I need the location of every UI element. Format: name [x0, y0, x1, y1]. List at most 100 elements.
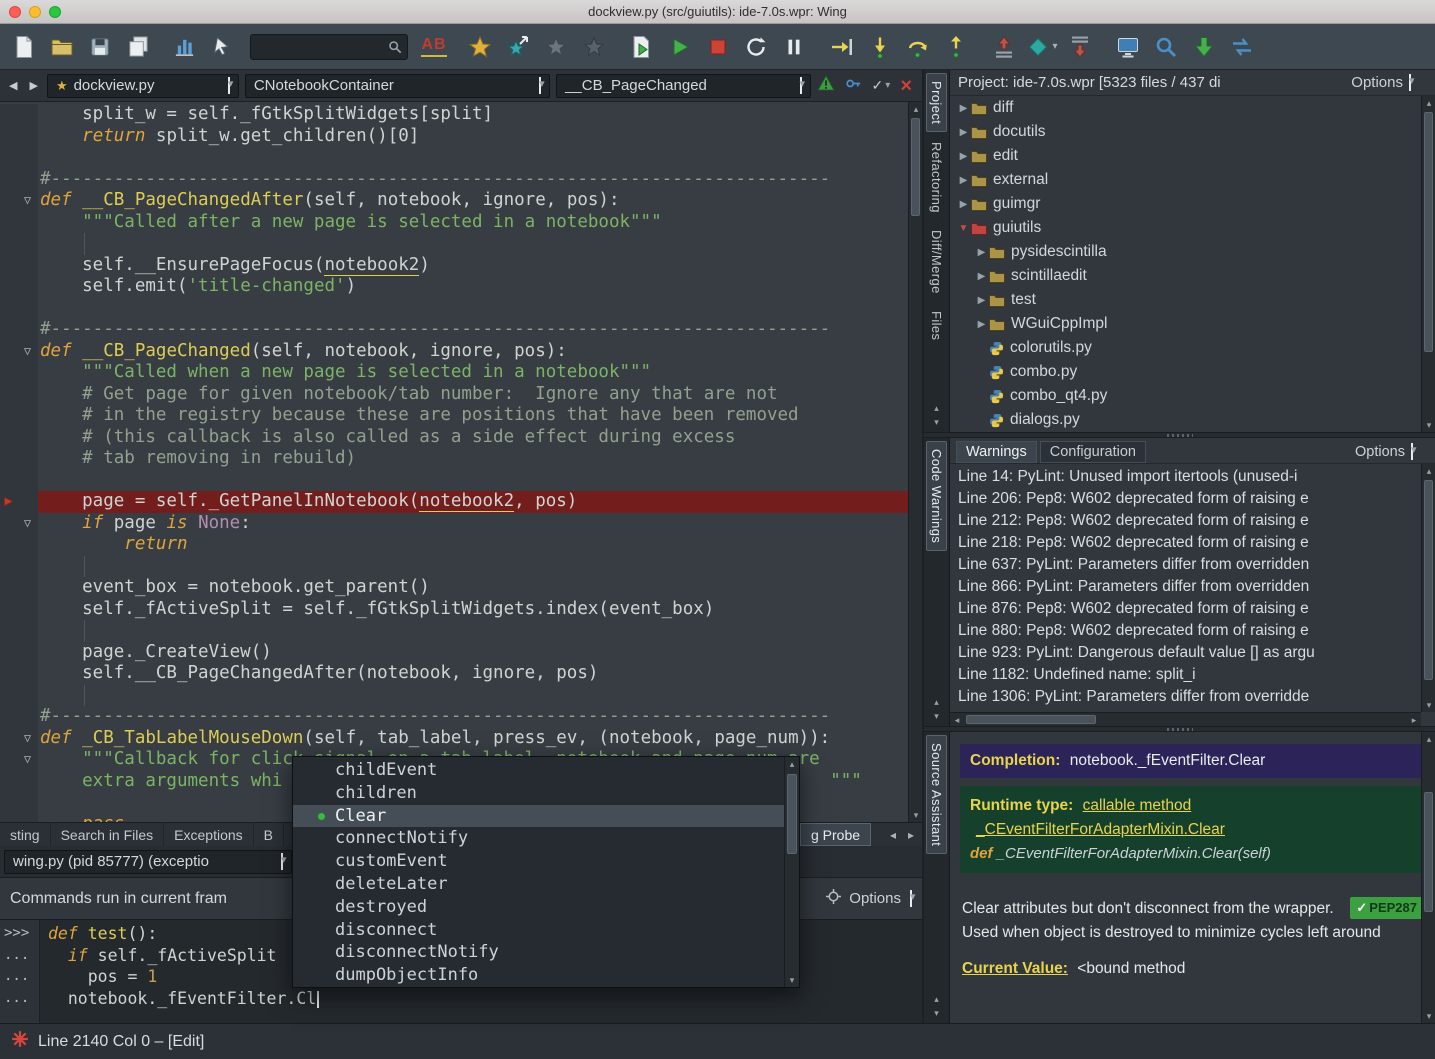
minimize-window-button[interactable]	[29, 6, 41, 18]
tree-item-wguicppimpl[interactable]: ▶WGuiCppImpl	[950, 312, 1421, 336]
fold-marker-icon[interactable]: ▽	[24, 341, 31, 363]
tree-item-guiutils[interactable]: ▼guiutils	[950, 216, 1421, 240]
spellcheck-button[interactable]: AB	[418, 30, 450, 64]
breakpoint-gutter[interactable]	[0, 427, 17, 449]
scroll-down-icon[interactable]: ▾	[909, 808, 922, 822]
fold-gutter[interactable]	[17, 212, 38, 234]
close-file-button[interactable]: ×	[900, 76, 912, 96]
vertical-tab-refactoring[interactable]: Refactoring	[927, 135, 946, 220]
strip-scroll-down-icon[interactable]: ▾	[934, 1008, 939, 1019]
completion-item[interactable]: destroyed	[293, 896, 784, 919]
strip-scroll-up-icon[interactable]: ▴	[934, 697, 939, 708]
fold-gutter[interactable]	[17, 685, 38, 707]
tree-item-pysidescintilla[interactable]: ▶pysidescintilla	[950, 240, 1421, 264]
tabs-scroll-left-icon[interactable]: ◂	[890, 828, 896, 842]
editor-scrollbar[interactable]: ▴ ▾	[908, 102, 922, 822]
probe-options-button[interactable]: Options	[849, 890, 901, 907]
step-out-button[interactable]	[940, 30, 972, 64]
breakpoint-gutter[interactable]	[0, 147, 17, 169]
tab-warnings[interactable]: Warnings	[956, 441, 1037, 463]
fold-gutter[interactable]	[17, 620, 38, 642]
completion-item[interactable]: childEvent	[293, 759, 784, 782]
fold-gutter[interactable]: ▽	[17, 513, 38, 535]
project-scrollbar[interactable]: ▴ ▾	[1421, 96, 1435, 432]
fold-gutter[interactable]	[17, 276, 38, 298]
warnings-hscrollbar[interactable]: ◂ ▸	[950, 712, 1421, 726]
tree-item-diff[interactable]: ▶diff	[950, 96, 1421, 120]
warning-item[interactable]: Line 218: Pep8: W602 deprecated form of …	[950, 532, 1421, 554]
scroll-up-icon[interactable]: ▴	[1422, 732, 1435, 746]
scroll-up-icon[interactable]: ▴	[785, 757, 799, 771]
fold-gutter[interactable]: ▽	[17, 341, 38, 363]
fold-gutter[interactable]	[17, 169, 38, 191]
scroll-down-icon[interactable]: ▾	[785, 973, 799, 987]
scrollbar-thumb[interactable]	[1424, 480, 1433, 680]
warnings-scrollbar[interactable]: ▴ ▾	[1421, 464, 1435, 712]
warning-item[interactable]: Line 637: PyLint: Parameters differ from…	[950, 554, 1421, 576]
tree-item-edit[interactable]: ▶edit	[950, 144, 1421, 168]
completion-item[interactable]: connectNotify	[293, 827, 784, 850]
history-forward-button[interactable]: ▶	[26, 77, 40, 94]
breakpoint-gutter[interactable]	[0, 126, 17, 148]
toolbar-search-input[interactable]	[256, 39, 388, 55]
expander-icon[interactable]: ▶	[974, 247, 989, 258]
breakpoint-gutter[interactable]	[0, 212, 17, 234]
breakpoint-gutter[interactable]	[0, 362, 17, 384]
expander-icon[interactable]: ▶	[974, 319, 989, 330]
completion-item[interactable]: deleteLater	[293, 873, 784, 896]
expander-open-icon[interactable]: ▼	[956, 223, 971, 234]
warning-item[interactable]: Line 14: PyLint: Unused import itertools…	[950, 466, 1421, 488]
fold-gutter[interactable]	[17, 427, 38, 449]
tab-b[interactable]: B	[254, 823, 284, 846]
fold-gutter[interactable]	[17, 362, 38, 384]
breakpoint-gutter[interactable]	[0, 448, 17, 470]
scroll-up-icon[interactable]: ▴	[909, 102, 922, 116]
frame-up-button[interactable]	[988, 30, 1020, 64]
breakpoint-gutter[interactable]	[0, 771, 17, 793]
debug-console-button[interactable]	[1112, 30, 1144, 64]
tree-item-docutils[interactable]: ▶docutils	[950, 120, 1421, 144]
tree-item-combo-py[interactable]: combo.py	[950, 360, 1421, 384]
run-to-cursor-button[interactable]	[826, 30, 858, 64]
new-file-button[interactable]	[8, 30, 40, 64]
expander-icon[interactable]: ▶	[956, 175, 971, 186]
tab-search-in-files[interactable]: Search in Files	[51, 823, 165, 846]
fold-gutter[interactable]	[17, 491, 38, 513]
frame-down-button[interactable]	[1064, 30, 1096, 64]
breakpoint-gutter[interactable]	[0, 577, 17, 599]
tree-item-colorutils-py[interactable]: colorutils.py	[950, 336, 1421, 360]
breakpoint-gutter[interactable]	[0, 341, 17, 363]
fold-gutter[interactable]	[17, 599, 38, 621]
warnings-options-button[interactable]: Options▾	[1355, 443, 1429, 460]
fold-gutter[interactable]	[17, 255, 38, 277]
fold-marker-icon[interactable]: ▽	[24, 728, 31, 750]
assistant-scrollbar[interactable]: ▴ ▾	[1421, 732, 1435, 1023]
file-dropdown[interactable]: ★ dockview.py ▾	[47, 74, 239, 98]
vertical-tab-diff-merge[interactable]: Diff/Merge	[927, 223, 946, 301]
fold-gutter[interactable]	[17, 147, 38, 169]
autocomplete-scrollbar[interactable]: ▴ ▾	[784, 757, 799, 987]
tab-exceptions[interactable]: Exceptions	[164, 823, 253, 846]
fold-gutter[interactable]	[17, 642, 38, 664]
fold-marker-icon[interactable]: ▽	[24, 190, 31, 212]
bookmark-prev-button[interactable]	[540, 30, 572, 64]
breakpoint-gutter[interactable]	[0, 685, 17, 707]
close-window-button[interactable]	[9, 6, 21, 18]
breakpoint-gutter[interactable]	[0, 599, 17, 621]
fold-marker-icon[interactable]: ▽	[24, 749, 31, 771]
bookmark-next-button[interactable]	[578, 30, 610, 64]
debug-restart-button[interactable]	[740, 30, 772, 64]
fold-gutter[interactable]	[17, 126, 38, 148]
tree-item-combo-qt4-py[interactable]: combo_qt4.py	[950, 384, 1421, 408]
expander-icon[interactable]: ▶	[974, 295, 989, 306]
scrollbar-thumb[interactable]	[1424, 792, 1433, 912]
code-analysis-icon[interactable]	[845, 75, 862, 97]
breakpoint-gutter[interactable]	[0, 190, 17, 212]
zoom-window-button[interactable]	[49, 6, 61, 18]
warning-item[interactable]: Line 1182: Undefined name: split_i	[950, 664, 1421, 686]
class-dropdown[interactable]: CNotebookContainer ▾	[245, 74, 550, 98]
warning-item[interactable]: Line 880: Pep8: W602 deprecated form of …	[950, 620, 1421, 642]
fold-gutter[interactable]	[17, 556, 38, 578]
breakpoint-gutter[interactable]	[0, 814, 17, 823]
fold-gutter[interactable]: ▽	[17, 728, 38, 750]
